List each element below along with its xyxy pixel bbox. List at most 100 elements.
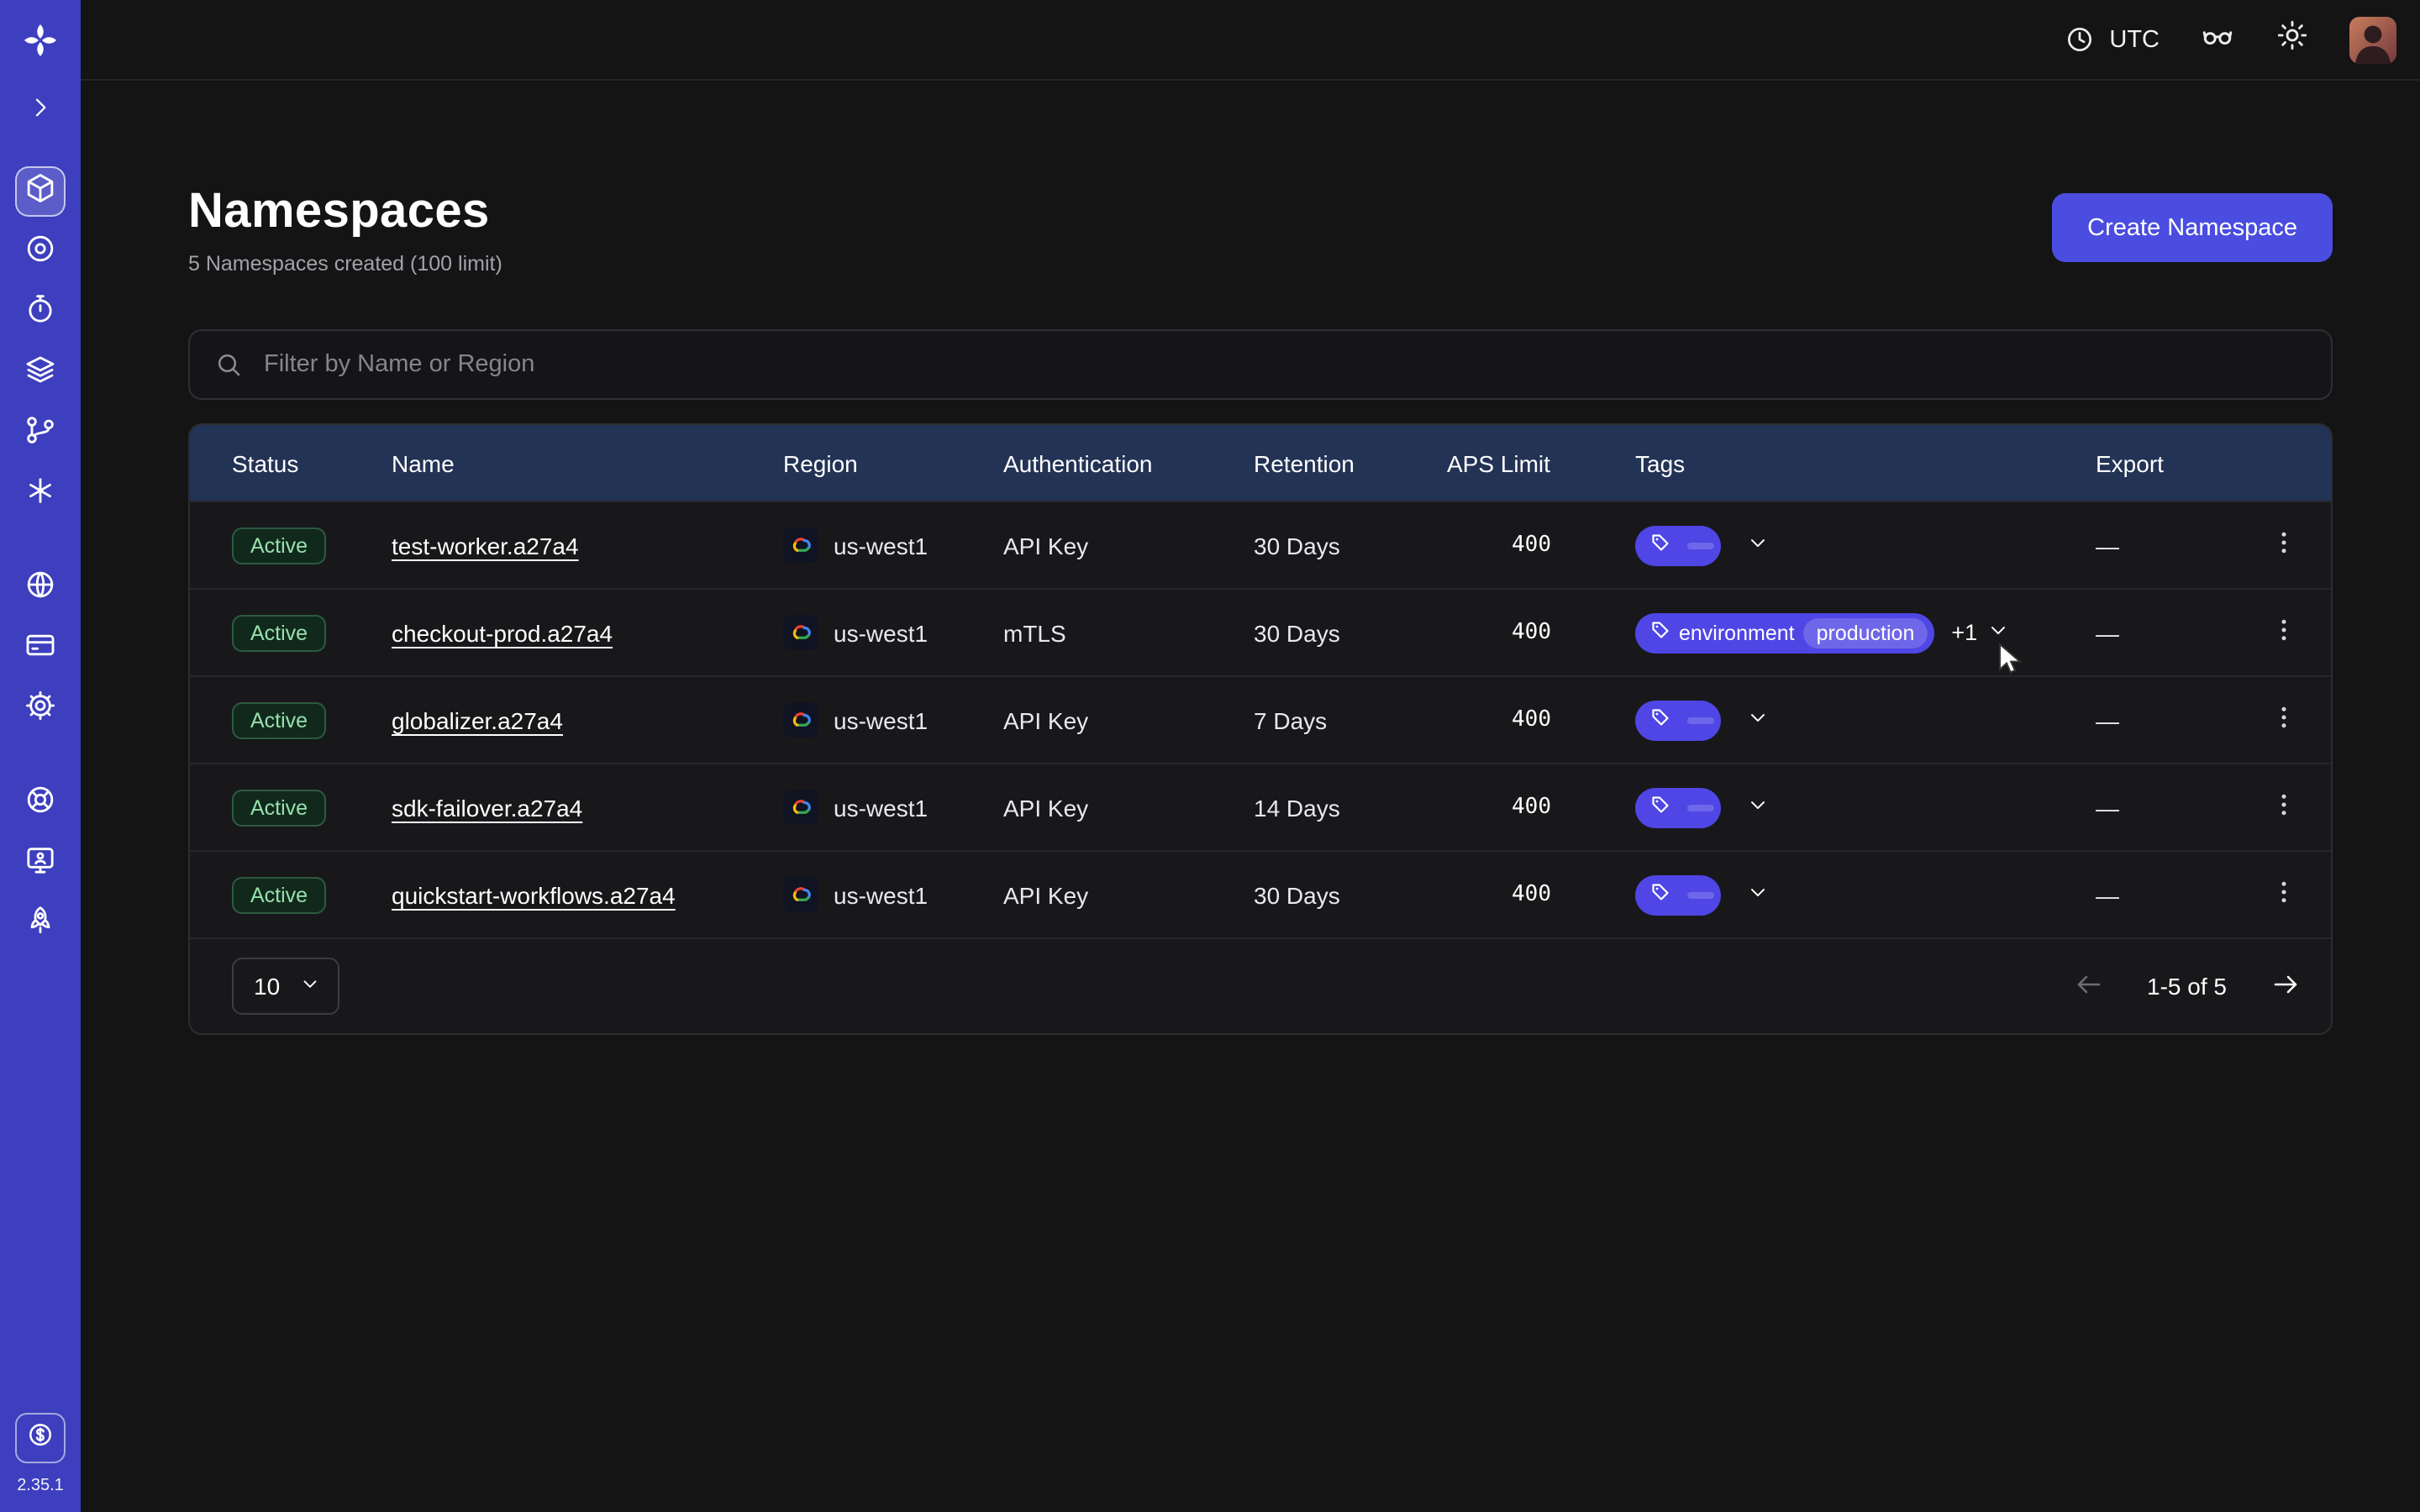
theme-toggle-button[interactable]: [2275, 18, 2309, 60]
tag-chip[interactable]: [1635, 874, 1721, 915]
usage-button[interactable]: [15, 1413, 66, 1463]
namespace-link[interactable]: test-worker.a27a4: [392, 532, 579, 559]
col-authentication: Authentication: [1003, 449, 1254, 476]
region-cell: us-west1: [783, 877, 1003, 912]
tag-icon: [1650, 795, 1670, 820]
tag-expand-chevron[interactable]: [1746, 793, 1770, 822]
tag-expand-chevron[interactable]: [1746, 706, 1770, 734]
google-cloud-icon: [783, 877, 818, 912]
chevron-down-icon: [1986, 618, 2009, 647]
sidebar-item-settings[interactable]: [15, 684, 66, 734]
chevron-down-icon: [1746, 531, 1770, 559]
sidebar-bottom: 2.35.1: [15, 1413, 66, 1512]
tag-chip[interactable]: environment production: [1635, 612, 1934, 653]
namespace-link[interactable]: sdk-failover.a27a4: [392, 794, 582, 821]
col-status: Status: [232, 449, 392, 476]
chevron-right-icon: [27, 93, 54, 129]
kebab-menu-button[interactable]: [2260, 609, 2307, 656]
tag-value: [1687, 804, 1714, 811]
col-tags: Tags: [1555, 449, 2052, 476]
tags-cell: [1555, 874, 2052, 915]
actions-cell: [2237, 871, 2331, 918]
col-name: Name: [392, 449, 783, 476]
region-cell: us-west1: [783, 528, 1003, 563]
aps-limit-cell: 400: [1447, 882, 1555, 907]
tag-value: production: [1803, 617, 1928, 648]
google-cloud-icon: [783, 702, 818, 738]
sidebar-item-schedules[interactable]: [15, 287, 66, 338]
namespaces-table: Status Name Region Authentication Retent…: [188, 423, 2333, 1035]
sidebar-expand-button[interactable]: [15, 89, 66, 133]
tag-group: [1635, 787, 1770, 827]
search-input[interactable]: [260, 349, 2307, 380]
branch-icon: [24, 412, 57, 454]
region-label: us-west1: [834, 619, 928, 646]
col-export: Export: [2052, 449, 2237, 476]
table-row: Active checkout-prod.a27a4 us-west1 mTLS…: [190, 588, 2331, 675]
tag-value: [1687, 542, 1714, 549]
sidebar-item-getting-started[interactable]: [15, 899, 66, 949]
tag-chip[interactable]: [1635, 787, 1721, 827]
sidebar-item-target[interactable]: [15, 227, 66, 277]
google-cloud-icon: [783, 790, 818, 825]
actions-cell: [2237, 784, 2331, 831]
lifebuoy-icon: [24, 782, 57, 824]
sidebar-item-cloud[interactable]: [15, 563, 66, 613]
sun-icon: [2275, 18, 2309, 60]
retention-cell: 30 Days: [1254, 881, 1447, 908]
tag-expand-chevron[interactable]: [1986, 618, 2009, 647]
pagination: 1-5 of 5: [2073, 969, 2301, 1004]
tags-cell: [1555, 700, 2052, 740]
namespace-link[interactable]: quickstart-workflows.a27a4: [392, 881, 676, 908]
gear-icon: [24, 688, 57, 730]
sidebar-item-billing[interactable]: [15, 623, 66, 674]
sidebar-item-namespaces[interactable]: [15, 166, 66, 217]
tag-expand-chevron[interactable]: [1746, 531, 1770, 559]
table-row: Active globalizer.a27a4 us-west1 API Key…: [190, 675, 2331, 763]
kebab-menu-button[interactable]: [2260, 522, 2307, 569]
tag-chip[interactable]: [1635, 525, 1721, 565]
tag-expand-chevron[interactable]: [1746, 880, 1770, 909]
table-row: Active test-worker.a27a4 us-west1 API Ke…: [190, 501, 2331, 588]
tags-cell: environment production +1: [1555, 612, 2052, 653]
status-badge: Active: [232, 614, 326, 651]
table-footer: 10 1-5 of 5: [190, 937, 2331, 1033]
create-namespace-button[interactable]: Create Namespace: [2052, 193, 2333, 262]
next-page-button[interactable]: [2270, 969, 2301, 1004]
dots-vertical-icon: [2269, 615, 2299, 650]
region-cell: us-west1: [783, 790, 1003, 825]
kebab-menu-button[interactable]: [2260, 784, 2307, 831]
kebab-menu-button[interactable]: [2260, 696, 2307, 743]
namespace-link[interactable]: globalizer.a27a4: [392, 706, 563, 733]
tag-icon: [1650, 533, 1670, 558]
namespace-link[interactable]: checkout-prod.a27a4: [392, 619, 613, 646]
prev-page-button[interactable]: [2073, 969, 2103, 1004]
sidebar-item-support[interactable]: [15, 778, 66, 828]
dots-vertical-icon: [2269, 702, 2299, 738]
status-badge: Active: [232, 701, 326, 738]
sidebar-item-asterisk[interactable]: [15, 469, 66, 519]
chevron-down-icon: [1746, 880, 1770, 909]
table-body: Active test-worker.a27a4 us-west1 API Ke…: [190, 501, 2331, 937]
region-cell: us-west1: [783, 615, 1003, 650]
temporal-logo-icon[interactable]: [20, 20, 60, 69]
arrow-right-icon: [2270, 969, 2301, 1004]
page-size-select[interactable]: 10: [232, 958, 339, 1015]
version-label: 2.35.1: [17, 1477, 64, 1495]
kebab-menu-button[interactable]: [2260, 871, 2307, 918]
retention-cell: 7 Days: [1254, 706, 1447, 733]
sidebar-item-nexus[interactable]: [15, 408, 66, 459]
sidebar-item-docs[interactable]: [15, 838, 66, 889]
actions-cell: [2237, 522, 2331, 569]
status-cell: Active: [232, 614, 392, 651]
avatar[interactable]: [2349, 16, 2396, 63]
export-cell: —: [2052, 619, 2237, 646]
dots-vertical-icon: [2269, 877, 2299, 912]
tag-chip[interactable]: [1635, 700, 1721, 740]
tag-group: [1635, 525, 1770, 565]
labs-glasses-button[interactable]: [2200, 18, 2235, 61]
aps-limit-cell: 400: [1447, 620, 1555, 645]
sidebar-item-stack[interactable]: [15, 348, 66, 398]
dots-vertical-icon: [2269, 528, 2299, 563]
timezone-button[interactable]: UTC: [2064, 24, 2160, 55]
